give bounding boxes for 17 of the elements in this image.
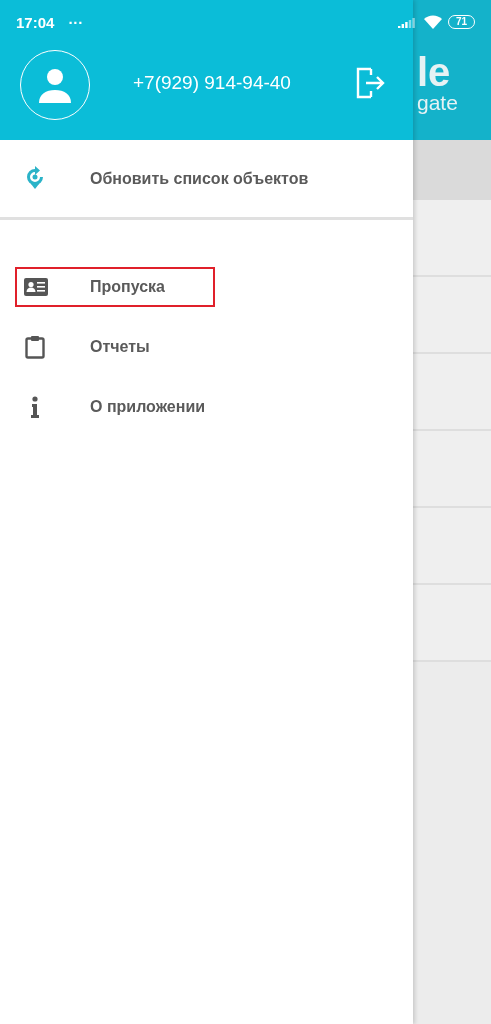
app-title: le	[417, 52, 452, 92]
drawer-menu-item[interactable]: О приложении	[90, 398, 206, 416]
clipboard-icon	[25, 335, 45, 359]
info-icon	[30, 396, 40, 418]
user-icon	[37, 67, 73, 103]
app-subtitle: gate	[417, 92, 459, 114]
signal-icon	[397, 16, 416, 28]
phone-number: +7(929) 914-94-40	[133, 71, 292, 94]
wifi-icon	[423, 15, 442, 29]
id-card-icon	[24, 278, 48, 296]
highlight-frame[interactable]: Пропуска	[15, 267, 215, 307]
logout-icon[interactable]	[355, 65, 387, 100]
drawer-menu-item[interactable]: Обновить список объектов	[90, 169, 309, 188]
drawer-menu-item[interactable]: Пропуска	[90, 278, 165, 296]
drawer-menu-item[interactable]: Отчеты	[90, 338, 150, 356]
status-time: 17:04	[16, 13, 55, 31]
notification-dots: ···	[68, 13, 85, 31]
